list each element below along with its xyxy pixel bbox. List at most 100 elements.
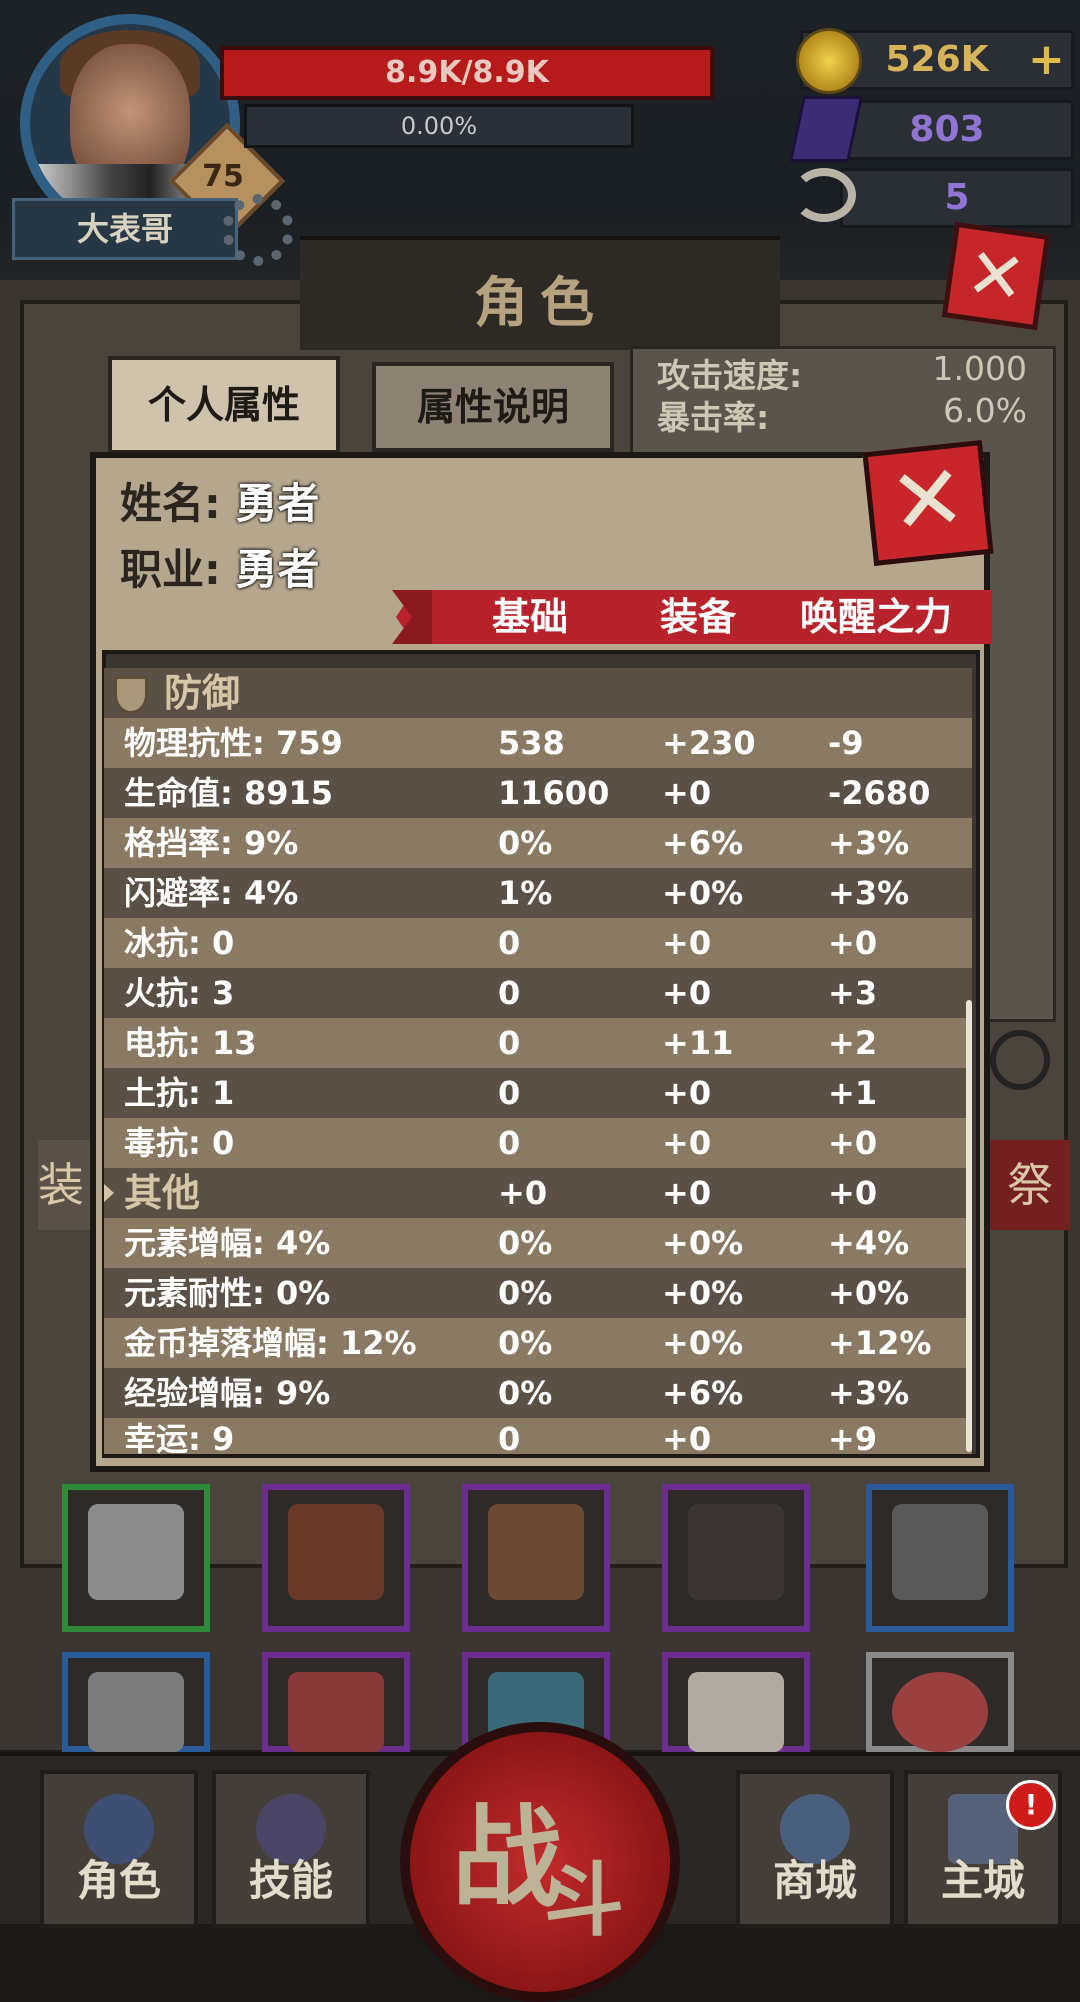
row-awaken: +0 xyxy=(828,1124,878,1162)
row-base: 11600 xyxy=(498,774,610,812)
row-label: 火抗: 3 xyxy=(124,974,235,1012)
round-shield-icon xyxy=(892,1672,988,1752)
bg-stat-crit-rate: 暴击率: 6.0% xyxy=(657,391,1027,437)
row-awaken: +0 xyxy=(828,1174,878,1212)
hero-name-value: 勇者 xyxy=(235,479,320,528)
equip-slot-shield[interactable] xyxy=(662,1484,810,1632)
table-row: 金币掉落增幅: 12% 0% +0% +12% xyxy=(104,1318,972,1368)
row-label: 金币掉落增幅: 12% xyxy=(124,1324,417,1362)
nav-shop-button[interactable]: 商城 xyxy=(736,1770,894,1928)
table-row: 土抗: 1 0 +0 +1 xyxy=(104,1068,972,1118)
equip-slot-necklace[interactable] xyxy=(866,1484,1014,1632)
equip-slot-armor[interactable] xyxy=(62,1484,210,1632)
close-dialog-button[interactable]: ✕ xyxy=(862,440,994,566)
table-row: 火抗: 3 0 +0 +3 xyxy=(104,968,972,1018)
table-row: 冰抗: 0 0 +0 +0 xyxy=(104,918,972,968)
nav-role-button[interactable]: 角色 xyxy=(40,1770,198,1928)
notification-badge: ! xyxy=(1006,1780,1056,1830)
row-awaken: +12% xyxy=(828,1324,932,1362)
bg-stat-attack-speed: 攻击速度: 1.000 xyxy=(657,349,1027,395)
equip-slot-axe[interactable] xyxy=(262,1652,410,1752)
xp-bar: 0.00% xyxy=(244,104,634,148)
row-label: 元素增幅: 4% xyxy=(124,1224,331,1262)
row-awaken: +0 xyxy=(828,924,878,962)
nav-skills-button[interactable]: 技能 xyxy=(212,1770,370,1928)
row-equip: +0% xyxy=(662,1224,744,1262)
equip-slot-helmet[interactable] xyxy=(62,1652,210,1752)
gear-icon[interactable] xyxy=(222,194,294,266)
row-label: 冰抗: 0 xyxy=(124,924,235,962)
close-screen-button[interactable]: ✕ xyxy=(941,221,1051,331)
table-row: 幸运: 9 0 +0 +9 xyxy=(104,1418,972,1454)
crystal-value: 803 xyxy=(909,109,985,150)
row-base: 538 xyxy=(498,724,565,762)
table-row: 闪避率: 4% 1% +0% +3% xyxy=(104,868,972,918)
row-equip: +230 xyxy=(662,724,756,762)
nav-city-label: 主城 xyxy=(940,1856,1025,1905)
row-base: 0 xyxy=(498,1420,521,1454)
row-equip: +0 xyxy=(662,1124,712,1162)
row-base: 0 xyxy=(498,1024,521,1062)
section-defense-label: 防御 xyxy=(164,671,241,715)
side-tab-right[interactable]: 祭 xyxy=(990,1140,1070,1230)
nav-role-label: 角色 xyxy=(76,1856,161,1905)
tab-attribute-explanation[interactable]: 属性说明 xyxy=(372,362,614,452)
section-other-label: 其他 xyxy=(124,1171,201,1215)
armor-icon xyxy=(88,1504,184,1600)
tab-personal-attributes[interactable]: 个人属性 xyxy=(108,356,340,454)
row-base: 0 xyxy=(498,1074,521,1112)
row-awaken: +1 xyxy=(828,1074,878,1112)
row-label: 电抗: 13 xyxy=(124,1024,257,1062)
hp-bar: 8.9K/8.9K xyxy=(220,46,714,100)
shield-icon xyxy=(114,676,148,714)
equip-slot-boots[interactable] xyxy=(262,1484,410,1632)
gold-coin-icon xyxy=(796,28,862,94)
necklace-icon xyxy=(892,1504,988,1600)
row-base: 0 xyxy=(498,974,521,1012)
row-awaken: +3% xyxy=(828,1374,910,1412)
section-other[interactable]: 其他 +0 +0 +0 xyxy=(104,1168,972,1218)
equip-slot-pants[interactable] xyxy=(662,1652,810,1752)
row-label: 毒抗: 0 xyxy=(124,1124,235,1162)
row-label: 物理抗性: 759 xyxy=(124,724,343,762)
table-row: 毒抗: 0 0 +0 +0 xyxy=(104,1118,972,1168)
row-awaken: -2680 xyxy=(828,774,931,812)
equip-slot-belt[interactable] xyxy=(462,1484,610,1632)
table-row: 经验增幅: 9% 0% +6% +3% xyxy=(104,1368,972,1418)
row-equip: +0% xyxy=(662,874,744,912)
row-awaken: +3% xyxy=(828,824,910,862)
row-equip: +0 xyxy=(662,974,712,1012)
row-label: 元素耐性: 0% xyxy=(124,1274,331,1312)
row-awaken: +3 xyxy=(828,974,878,1012)
row-base: 0 xyxy=(498,924,521,962)
row-awaken: +3% xyxy=(828,874,910,912)
hero-class-value: 勇者 xyxy=(235,545,320,594)
table-scrollbar[interactable] xyxy=(966,1000,972,1452)
column-base: 基础 xyxy=(491,595,568,639)
horn-value: 5 xyxy=(944,177,970,218)
row-equip: +0 xyxy=(662,1074,712,1112)
row-awaken: +9 xyxy=(828,1420,878,1454)
row-base: 0% xyxy=(498,1274,553,1312)
column-equipment: 装备 xyxy=(659,595,736,639)
row-equip: +0 xyxy=(662,1174,712,1212)
row-label: 土抗: 1 xyxy=(124,1074,235,1112)
row-label: 生命值: 8915 xyxy=(124,774,334,812)
equip-slot-round-shield[interactable] xyxy=(866,1652,1014,1752)
row-label: 经验增幅: 9% xyxy=(124,1374,331,1412)
search-icon[interactable] xyxy=(990,1030,1050,1090)
row-base: 0% xyxy=(498,824,553,862)
pants-icon xyxy=(688,1672,784,1752)
player-name: 大表哥 xyxy=(12,198,238,260)
table-row: 格挡率: 9% 0% +6% +3% xyxy=(104,818,972,868)
row-base: 0% xyxy=(498,1374,553,1412)
row-awaken: +4% xyxy=(828,1224,910,1262)
battle-button[interactable]: 战 斗 xyxy=(400,1722,680,2002)
horn-counter: 5 xyxy=(840,168,1074,228)
table-row: 元素增幅: 4% 0% +0% +4% xyxy=(104,1218,972,1268)
add-gold-button[interactable]: + xyxy=(1028,38,1065,82)
helmet-icon xyxy=(88,1672,184,1752)
hero-name-label: 姓名: xyxy=(120,479,221,528)
row-awaken: +2 xyxy=(828,1024,878,1062)
row-equip: +0 xyxy=(662,924,712,962)
